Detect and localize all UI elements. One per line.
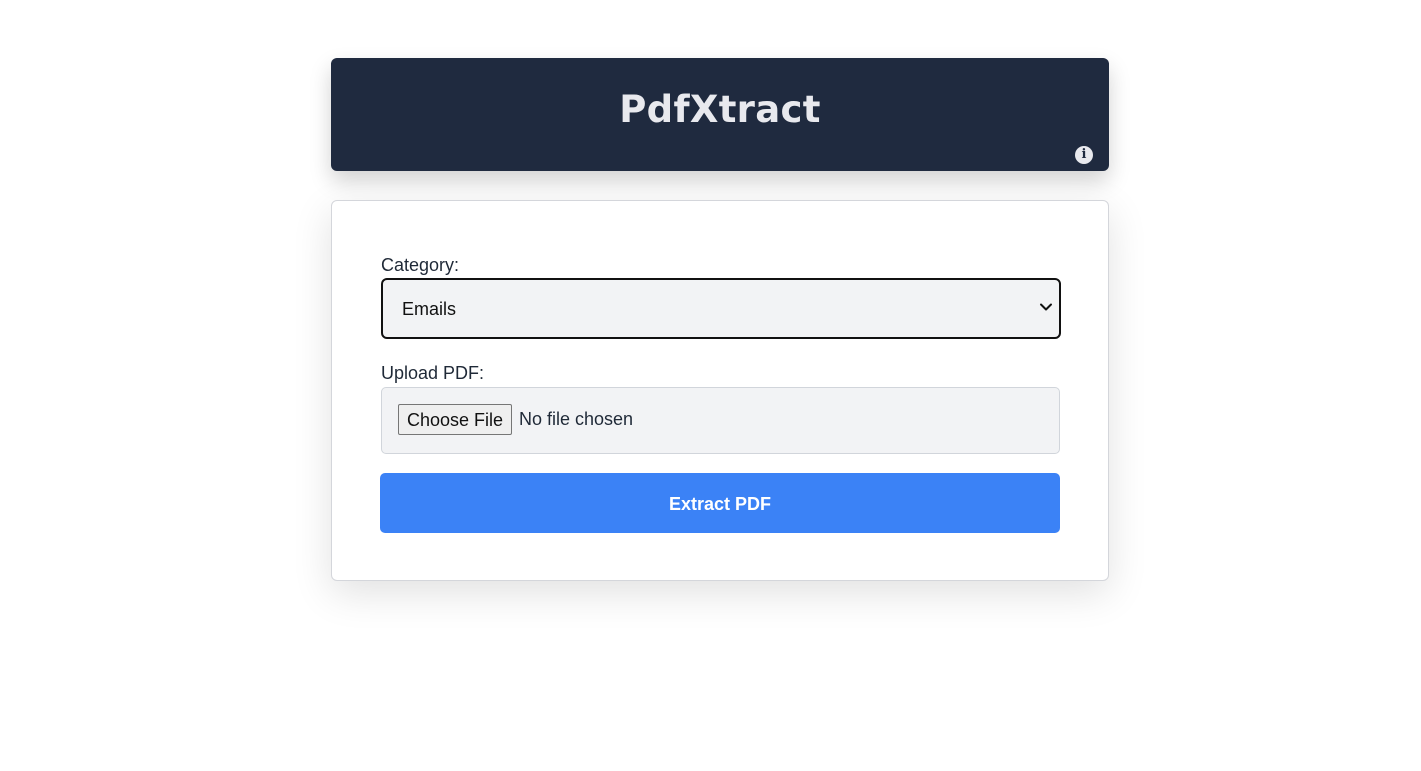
category-selected-value: Emails: [402, 299, 457, 319]
info-icon[interactable]: i: [1075, 146, 1093, 164]
app-header: PdfXtract i: [331, 58, 1109, 171]
category-select[interactable]: Emails: [381, 278, 1061, 339]
chevron-down-icon: [1040, 303, 1052, 311]
pdf-file-input[interactable]: Choose File No file chosen: [381, 387, 1060, 454]
category-label: Category:: [381, 255, 460, 275]
app-title: PdfXtract: [619, 88, 821, 131]
extract-pdf-button[interactable]: Extract PDF: [380, 473, 1060, 533]
file-status-text: No file chosen: [519, 409, 634, 429]
upload-label: Upload PDF:: [381, 363, 485, 383]
upload-form-card: Category: Emails Upload PDF: Choose File…: [331, 200, 1109, 581]
choose-file-button[interactable]: Choose File: [398, 404, 513, 435]
